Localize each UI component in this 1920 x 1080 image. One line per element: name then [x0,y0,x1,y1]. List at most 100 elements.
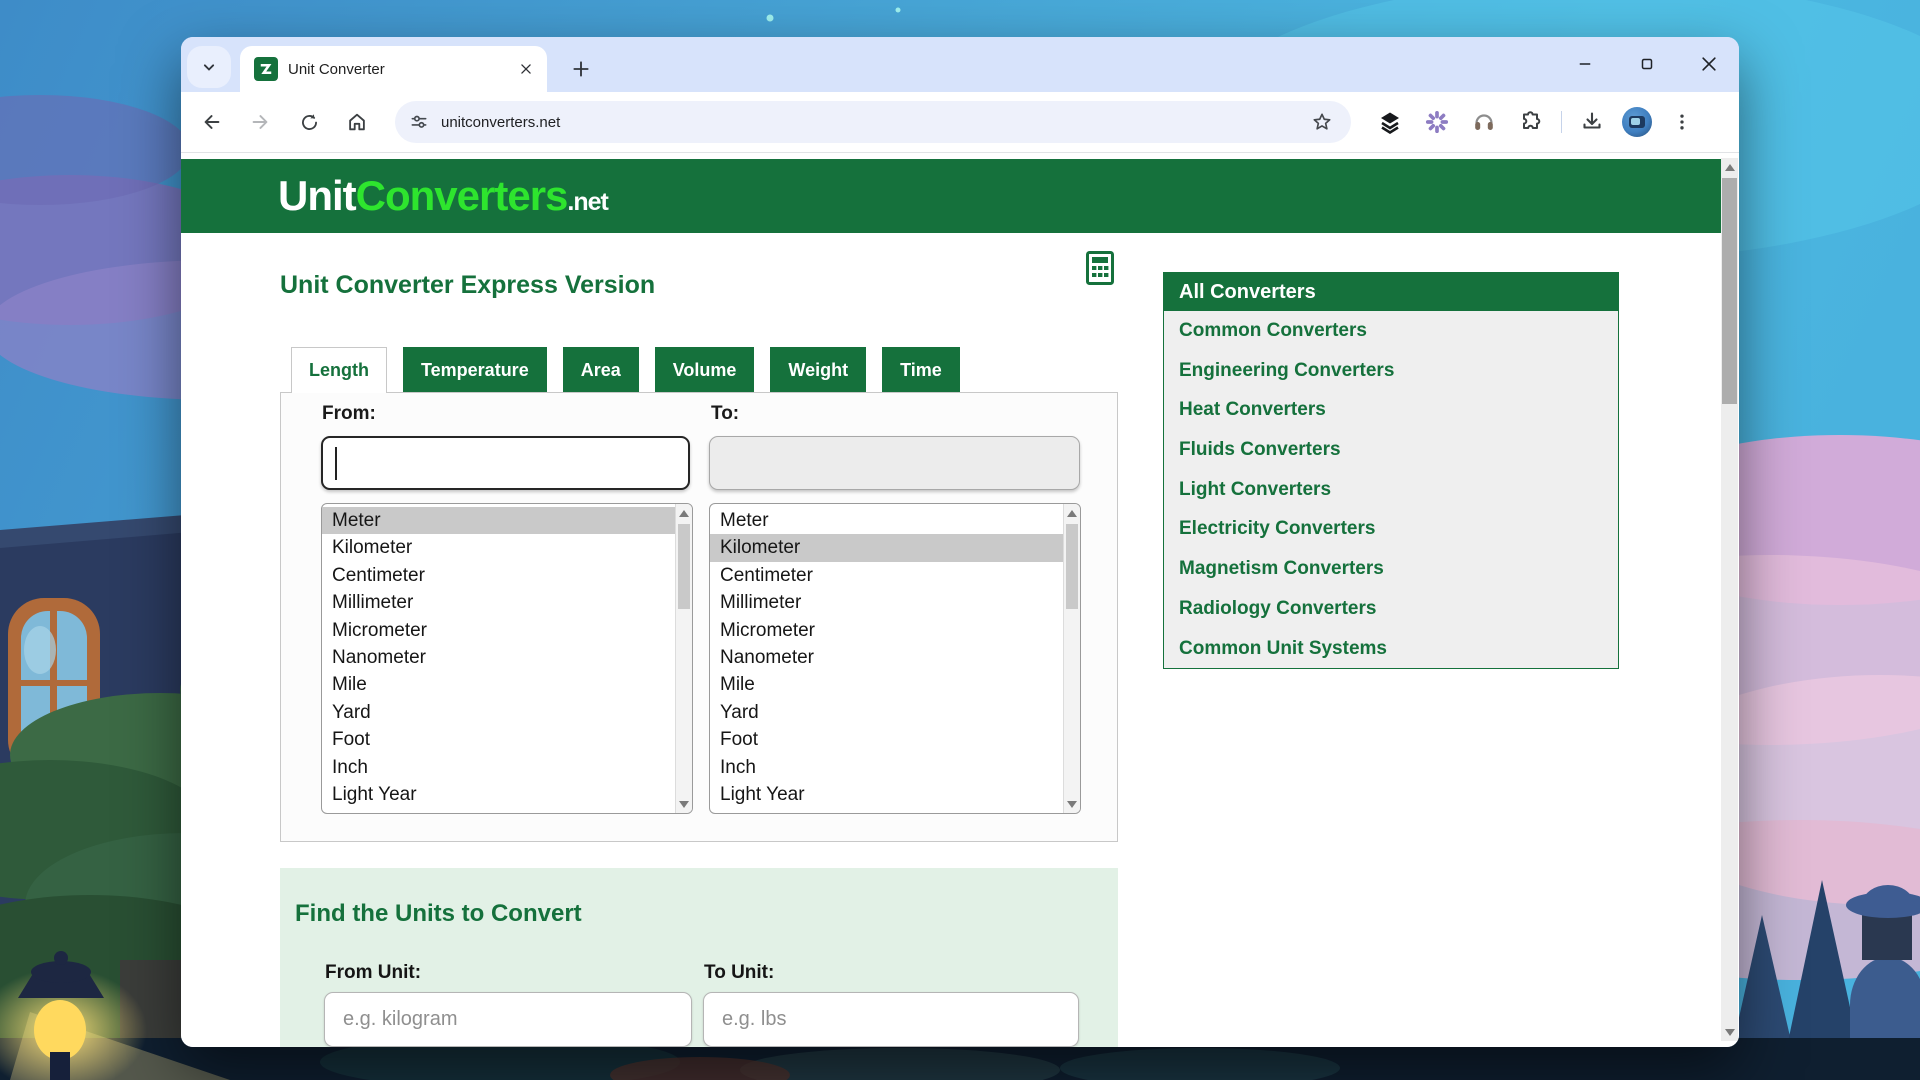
unit-option-from-foot[interactable]: Foot [322,726,675,753]
unit-option-to-kilometer[interactable]: Kilometer [710,534,1063,562]
unit-option-to-micrometer[interactable]: Micrometer [710,617,1063,644]
unit-option-from-nanometer[interactable]: Nanometer [322,644,675,671]
category-tab-temperature[interactable]: Temperature [403,347,547,392]
unit-list-from[interactable]: Meter Kilometer Centimeter Millimeter Microm… [321,503,693,814]
unit-option-to-millimeter[interactable]: Millimeter [710,589,1063,616]
close-icon [1702,57,1716,71]
unit-option-from-inch[interactable]: Inch [322,754,675,781]
unit-list-from-scrollbar[interactable] [675,504,692,813]
scroll-down-icon[interactable] [1064,796,1080,812]
unit-finder-title: Find the Units to Convert [295,900,582,927]
url-text: unitconverters.net [441,113,561,131]
sidebar-link-engineering-converters[interactable]: Engineering Converters [1164,351,1618,391]
unit-option-from-millimeter[interactable]: Millimeter [322,589,675,616]
spinner-extension-button[interactable] [1420,105,1454,139]
sidebar-link-heat-converters[interactable]: Heat Converters [1164,390,1618,430]
category-tab-weight[interactable]: Weight [770,347,867,392]
unit-option-to-yard[interactable]: Yard [710,699,1063,726]
browser-toolbar: unitconverters.net [181,92,1739,153]
unit-option-to-nanometer[interactable]: Nanometer [710,644,1063,671]
bookmark-star-button[interactable] [1305,105,1339,139]
unit-finder-panel: Find the Units to Convert From Unit: To … [280,868,1118,1047]
toolbar-divider [1561,111,1562,133]
unit-option-from-meter[interactable]: Meter [322,507,675,535]
extensions-area [1373,101,1699,143]
category-tab-area[interactable]: Area [562,347,639,392]
to-unit-input[interactable] [703,992,1079,1047]
plus-icon [573,61,589,77]
maximize-button[interactable] [1633,50,1661,78]
headphones-extension-button[interactable] [1467,105,1501,139]
scroll-up-icon[interactable] [1064,505,1080,521]
site-logo[interactable]: UnitConverters.net [278,159,609,233]
extensions-puzzle-button[interactable] [1514,105,1548,139]
scrollbar-thumb[interactable] [678,524,690,609]
unit-option-from-kilometer[interactable]: Kilometer [322,534,675,561]
star-icon [1313,113,1331,130]
close-icon [521,64,531,74]
scrollbar-thumb[interactable] [1066,524,1078,609]
converter-panel: From: To: Meter Kilometer Centimeter Millim… [280,392,1118,842]
sidebar-link-electricity-converters[interactable]: Electricity Converters [1164,509,1618,549]
sidebar-link-common-converters[interactable]: Common Converters [1164,311,1618,351]
sidebar-link-radiology-converters[interactable]: Radiology Converters [1164,589,1618,629]
forward-icon [252,115,268,129]
sidebar-link-common-unit-systems[interactable]: Common Unit Systems [1164,629,1618,669]
unit-option-to-light-year[interactable]: Light Year [710,781,1063,808]
unit-option-to-mile[interactable]: Mile [710,671,1063,698]
forward-button[interactable] [239,101,281,143]
reading-list-extension-button[interactable] [1373,105,1407,139]
home-button[interactable] [336,101,378,143]
page-title: Unit Converter Express Version [280,271,656,299]
back-button[interactable] [191,101,233,143]
from-value-input[interactable] [321,436,690,490]
new-tab-button[interactable] [564,52,598,86]
unit-list-to-scrollbar[interactable] [1063,504,1080,813]
page-viewport: UnitConverters.net Unit Converter Expres… [181,153,1739,1047]
browser-window: Unit Converter unitconverters.net UnitCo… [181,37,1739,1047]
unit-list-to[interactable]: Meter Kilometer Centimeter Millimeter Microm… [709,503,1081,814]
unit-option-from-micrometer[interactable]: Micrometer [322,617,675,644]
unit-option-to-centimeter[interactable]: Centimeter [710,562,1063,589]
sidebar-link-fluids-converters[interactable]: Fluids Converters [1164,430,1618,470]
from-unit-input[interactable] [324,992,692,1047]
unit-option-from-mile[interactable]: Mile [322,671,675,698]
back-icon [204,115,220,129]
spinner-icon [1425,110,1449,134]
category-tab-length[interactable]: Length [291,347,387,393]
calculator-icon[interactable] [1086,251,1114,285]
chevron-down-icon [203,64,215,71]
scroll-down-icon[interactable] [676,796,692,812]
tab-search-button[interactable] [187,46,231,88]
unit-option-to-foot[interactable]: Foot [710,726,1063,753]
puzzle-icon [1523,111,1541,129]
sidebar-link-light-converters[interactable]: Light Converters [1164,470,1618,510]
scroll-up-icon[interactable] [1721,159,1738,175]
profile-avatar[interactable] [1622,107,1652,137]
scrollbar-thumb[interactable] [1722,178,1737,404]
unit-option-to-inch[interactable]: Inch [710,754,1063,781]
minimize-button[interactable] [1571,50,1599,78]
text-cursor [335,447,337,480]
browser-tab[interactable]: Unit Converter [240,46,547,92]
to-unit-label: To Unit: [704,962,775,983]
unit-option-from-light-year[interactable]: Light Year [322,781,675,808]
close-window-button[interactable] [1695,50,1723,78]
category-tab-time[interactable]: Time [882,347,960,392]
browser-menu-button[interactable] [1665,105,1699,139]
unit-option-to-meter[interactable]: Meter [710,507,1063,534]
address-bar[interactable]: unitconverters.net [395,101,1351,143]
reload-button[interactable] [288,101,330,143]
sidebar-link-magnetism-converters[interactable]: Magnetism Converters [1164,549,1618,589]
scroll-down-icon[interactable] [1721,1024,1738,1040]
unit-option-from-yard[interactable]: Yard [322,699,675,726]
tab-close-button[interactable] [515,58,537,80]
page-scrollbar[interactable] [1721,158,1738,1041]
category-tabs: Length Temperature Area Volume Weight Time [291,347,960,393]
category-tab-volume[interactable]: Volume [654,347,755,392]
scroll-up-icon[interactable] [676,505,692,521]
to-value-output[interactable] [709,436,1080,490]
logo-part-converters: Converters [355,172,569,219]
unit-option-from-centimeter[interactable]: Centimeter [322,562,675,589]
downloads-button[interactable] [1575,105,1609,139]
